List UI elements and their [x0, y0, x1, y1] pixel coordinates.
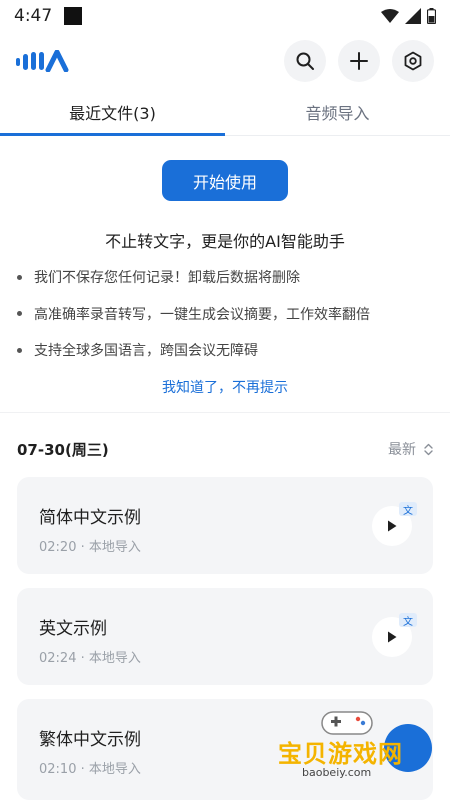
- feature-text: 支持全球多国语言，跨国会议无障碍: [34, 343, 258, 360]
- guide-title: 不止转文字，更是你的AI智能助手: [105, 232, 345, 251]
- signal-icon: [405, 8, 421, 24]
- plus-icon: [350, 52, 368, 70]
- search-button[interactable]: [284, 40, 326, 82]
- sort-label: 最新: [388, 442, 416, 458]
- status-time: 4:47: [14, 6, 53, 26]
- sort-chevron-icon: [424, 443, 433, 455]
- gamepad-icon: [321, 711, 373, 735]
- feature-item: 支持全球多国语言，跨国会议无障碍: [17, 332, 437, 369]
- search-icon: [296, 52, 314, 70]
- feature-item: 高准确率录音转写，一键生成会议摘要，工作效率翻倍: [17, 296, 437, 333]
- bullet-dot-icon: [17, 274, 22, 280]
- watermark-text: 宝贝游戏网: [278, 740, 403, 768]
- tab-bar: 最近文件(3) 音频导入: [0, 88, 450, 136]
- mia-logo-icon: [16, 50, 69, 72]
- feature-list: 我们不保存您任何记录！卸载后数据将删除 高准确率录音转写，一键生成会议摘要，工作…: [17, 259, 437, 369]
- watermark-url: baobeiy.com: [302, 766, 372, 779]
- recording-card[interactable]: 英文示例 02:24 · 本地导入 文: [17, 588, 433, 685]
- feature-item: 我们不保存您任何记录！卸载后数据将删除: [17, 259, 437, 296]
- notification-icon: [64, 7, 83, 25]
- tab-recent-files[interactable]: 最近文件(3): [0, 88, 225, 136]
- recording-title: 英文示例: [39, 619, 107, 639]
- recording-title: 繁体中文示例: [39, 730, 141, 750]
- battery-icon: [427, 8, 436, 24]
- dismiss-link[interactable]: 我知道了，不再提示: [0, 377, 450, 397]
- feature-text: 高准确率录音转写，一键生成会议摘要，工作效率翻倍: [34, 306, 370, 323]
- status-bar: 4:47: [0, 0, 450, 32]
- sort-toggle[interactable]: 最新: [388, 439, 433, 459]
- add-button[interactable]: [338, 40, 380, 82]
- wifi-icon: [381, 9, 399, 23]
- recording-meta: 02:24 · 本地导入: [39, 651, 141, 666]
- bullet-dot-icon: [17, 311, 22, 317]
- app-bar: [0, 36, 450, 86]
- recording-card[interactable]: 简体中文示例 02:20 · 本地导入 文: [17, 477, 433, 574]
- transcript-badge: 文: [399, 613, 417, 628]
- tab-audio-import[interactable]: 音频导入: [225, 88, 450, 135]
- transcript-badge: 文: [399, 502, 417, 517]
- onboarding-guide: 开始使用 不止转文字，更是你的AI智能助手 我们不保存您任何记录！卸载后数据将删…: [0, 137, 450, 413]
- settings-button[interactable]: [392, 40, 434, 82]
- app-logo: [16, 50, 72, 72]
- play-icon: [388, 520, 397, 532]
- date-group-header: 07-30(周三) 最新: [17, 436, 433, 462]
- play-icon: [388, 631, 397, 643]
- recording-meta: 02:10 · 本地导入: [39, 762, 141, 777]
- recording-title: 简体中文示例: [39, 508, 141, 528]
- recording-meta: 02:20 · 本地导入: [39, 540, 141, 555]
- settings-icon: [404, 51, 422, 71]
- feature-text: 我们不保存您任何记录！卸载后数据将删除: [34, 270, 300, 287]
- start-button[interactable]: 开始使用: [162, 160, 288, 201]
- date-label: 07-30(周三): [17, 440, 109, 459]
- bullet-dot-icon: [17, 347, 22, 353]
- watermark-logo: 宝贝游戏网 baobeiy.com: [276, 704, 444, 790]
- status-icons: [381, 8, 436, 24]
